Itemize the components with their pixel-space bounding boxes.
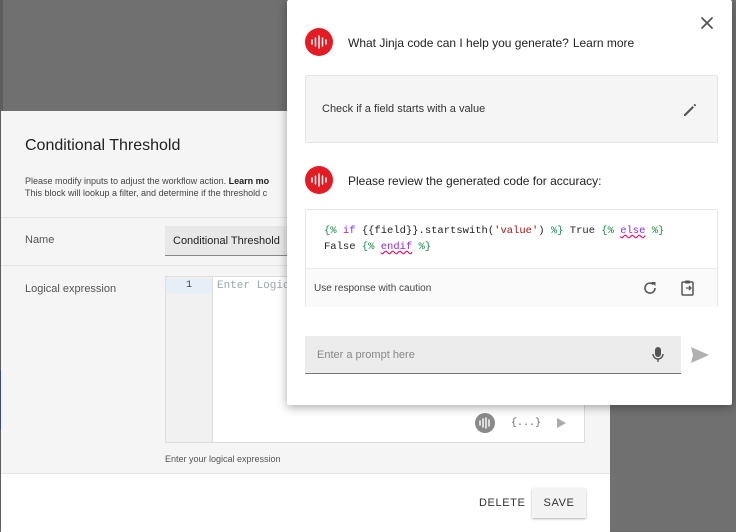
code-token: 'value' (494, 225, 539, 237)
close-icon[interactable] (698, 14, 716, 32)
generated-code-card: {% if {{field}}.startswith('value') %} T… (305, 209, 718, 307)
code-card-footer: Use response with caution (306, 268, 717, 307)
editor-toolbar: {...} (474, 413, 566, 433)
learn-more-link[interactable]: Learn more (573, 36, 634, 50)
sound-wave-icon (311, 173, 327, 187)
caution-text: Use response with caution (314, 283, 432, 294)
code-token: if (342, 225, 362, 237)
save-button[interactable]: SAVE (532, 488, 586, 518)
helper-text: Enter your logical expression (165, 454, 281, 464)
user-prompt-text: Check if a field starts with a value (322, 103, 486, 115)
send-icon[interactable] (690, 346, 710, 364)
description-line-2: This block will lookup a filter, and det… (25, 188, 268, 198)
question-text: What Jinja code can I help you generate? (348, 36, 569, 50)
assistant-avatar (305, 166, 333, 194)
name-field[interactable]: Conditional Threshold (165, 226, 295, 256)
dialog-footer: DELETE SAVE (1, 473, 610, 532)
code-token: %} (550, 225, 564, 237)
edit-icon[interactable] (681, 101, 699, 119)
assistant-avatar (305, 28, 333, 56)
code-token: {% (324, 225, 343, 237)
assistant-question: What Jinja code can I help you generate?… (348, 36, 634, 50)
clipboard-icon[interactable] (679, 279, 697, 297)
prompt-input-box (305, 336, 681, 374)
editor-gutter: 1 (166, 277, 213, 442)
ai-assist-button[interactable] (474, 413, 495, 433)
code-token: %} (412, 241, 432, 253)
delete-button[interactable]: DELETE (469, 488, 535, 518)
code-token: .startswith( (418, 225, 495, 237)
code-token: %} (645, 225, 665, 237)
generated-code[interactable]: {% if {{field}}.startswith('value') %} T… (324, 223, 664, 255)
sound-wave-icon (311, 35, 327, 49)
name-label: Name (25, 234, 55, 246)
jinja-assistant-popup: What Jinja code can I help you generate?… (287, 0, 732, 405)
editor-placeholder: Enter Logic (217, 280, 290, 292)
prompt-input[interactable] (305, 336, 659, 373)
code-token: {{field}} (361, 225, 419, 237)
code-token: else (620, 225, 646, 237)
description-learn-link[interactable]: Learn mo (229, 176, 270, 186)
code-token: ) (538, 225, 551, 237)
play-icon[interactable] (557, 418, 566, 428)
review-notice: Please review the generated code for acc… (348, 174, 602, 188)
dialog-title: Conditional Threshold (25, 137, 181, 154)
line-number: 1 (166, 279, 212, 293)
sound-wave-icon (479, 417, 490, 429)
code-token: {% (601, 225, 621, 237)
user-prompt-card: Check if a field starts with a value (305, 75, 718, 143)
dialog-description: Please modify inputs to adjust the workf… (25, 175, 295, 199)
variables-button[interactable]: {...} (511, 418, 541, 429)
code-token: False (324, 241, 362, 253)
description-line-1: Please modify inputs to adjust the workf… (25, 176, 227, 186)
code-token: {% (361, 241, 381, 253)
code-token: True (563, 225, 602, 237)
code-token: endif (380, 241, 413, 253)
mic-icon[interactable] (651, 346, 665, 364)
refresh-icon[interactable] (641, 279, 659, 297)
logical-expression-label: Logical expression (25, 283, 117, 295)
